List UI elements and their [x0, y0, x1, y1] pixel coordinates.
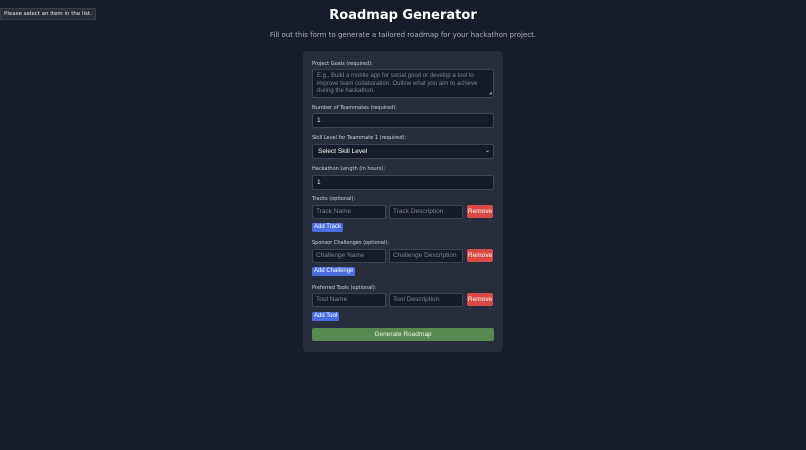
challenge-description-input[interactable]: Challenge Description — [389, 249, 463, 263]
goals-label: Project Goals (required): — [312, 61, 373, 67]
goals-placeholder: E.g., Build a mobile app for social good… — [317, 73, 478, 94]
skill-select-value: Select Skill Level — [318, 148, 368, 155]
page-title: Roadmap Generator — [329, 8, 477, 23]
tracks-label: Tracks (optional): — [312, 196, 356, 202]
remove-challenge-button[interactable]: Remove — [467, 249, 493, 262]
teammates-label: Number of Teammates (required): — [312, 105, 397, 111]
tool-name-input[interactable]: Tool Name — [312, 293, 386, 307]
form-card: Project Goals (required): E.g., Build a … — [303, 51, 503, 352]
goals-textarea[interactable]: E.g., Build a mobile app for social good… — [312, 69, 494, 98]
resize-handle-icon[interactable]: ◢ — [489, 89, 492, 97]
length-label: Hackathon Length (in hours): — [312, 166, 386, 172]
track-description-input[interactable]: Track Description — [389, 205, 463, 219]
length-input[interactable]: 1 — [312, 175, 494, 190]
add-tool-button[interactable]: Add Tool — [312, 312, 340, 321]
add-track-button[interactable]: Add Track — [312, 223, 344, 232]
generate-roadmap-button[interactable]: Generate Roadmap — [312, 328, 494, 341]
challenge-name-input[interactable]: Challenge Name — [312, 249, 386, 263]
skill-label: Skill Level for Teammate 1 (required): — [312, 135, 407, 141]
tools-label: Preferred Tools (optional): — [312, 285, 377, 291]
skill-select[interactable]: Select Skill Level ⌄ — [312, 144, 494, 159]
teammates-input[interactable]: 1 — [312, 113, 494, 128]
remove-track-button[interactable]: Remove — [467, 205, 493, 218]
page-subtitle: Fill out this form to generate a tailore… — [269, 31, 537, 39]
remove-tool-button[interactable]: Remove — [467, 293, 493, 306]
chevron-down-icon: ⌄ — [484, 148, 490, 154]
add-challenge-button[interactable]: Add Challenge — [312, 267, 356, 276]
challenges-label: Sponsor Challenges (optional): — [312, 240, 389, 246]
tool-description-input[interactable]: Tool Description — [389, 293, 463, 307]
track-name-input[interactable]: Track Name — [312, 205, 386, 219]
